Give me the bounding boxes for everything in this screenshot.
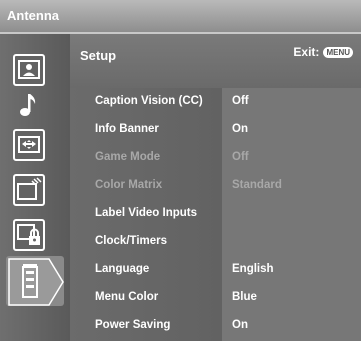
category-sidebar [0, 34, 70, 341]
exit-hint: Exit: MENU [293, 45, 353, 59]
menu-item-language[interactable]: Language English [70, 256, 361, 284]
menu-key-badge: MENU [323, 46, 353, 58]
menu-item-label: Label Video Inputs [95, 207, 198, 219]
menu-item-menu-color[interactable]: Menu Color Blue [70, 284, 361, 312]
tv-menu-screen: Antenna Setup Exit: MENU Caption Vision … [0, 0, 361, 341]
menu-item-label: Power Saving [95, 319, 171, 331]
page-title: Setup [80, 48, 117, 63]
menu-item-label: Info Banner [95, 123, 159, 135]
menu-item-value: Off [232, 95, 249, 107]
menu-item-label: Color Matrix [95, 179, 163, 191]
menu-item-value: Off [232, 151, 249, 163]
input-source-title: Antenna [7, 8, 59, 23]
menu-item-label-video-inputs[interactable]: Label Video Inputs [70, 200, 361, 228]
menu-item-label: Menu Color [95, 291, 159, 303]
parental-lock-icon[interactable] [13, 219, 45, 251]
menu-item-caption-vision[interactable]: Caption Vision (CC) Off [70, 88, 361, 116]
menu-item-info-banner[interactable]: Info Banner On [70, 116, 361, 144]
menu-item-label: Game Mode [95, 151, 161, 163]
menu-item-label: Language [95, 263, 150, 275]
menu-item-value: On [232, 319, 248, 331]
menu-item-clock-timers[interactable]: Clock/Timers [70, 228, 361, 256]
menu-item-power-saving[interactable]: Power Saving On [70, 312, 361, 340]
picture-icon[interactable] [13, 54, 45, 86]
menu-item-label: Clock/Timers [95, 235, 168, 247]
exit-label: Exit: [293, 45, 320, 59]
setup-icon[interactable] [6, 256, 64, 306]
menu-item-value: On [232, 123, 248, 135]
menu-item-color-matrix: Color Matrix Standard [70, 172, 361, 200]
menu-item-game-mode: Game Mode Off [70, 144, 361, 172]
screen-icon[interactable] [13, 129, 45, 161]
menu-item-value: English [232, 263, 274, 275]
menu-item-label: Caption Vision (CC) [95, 95, 203, 107]
menu-item-value: Standard [232, 179, 282, 191]
menu-item-value: Blue [232, 291, 257, 303]
sound-icon[interactable] [13, 89, 45, 121]
channel-icon[interactable] [13, 174, 45, 206]
input-bar: Antenna [0, 0, 361, 34]
